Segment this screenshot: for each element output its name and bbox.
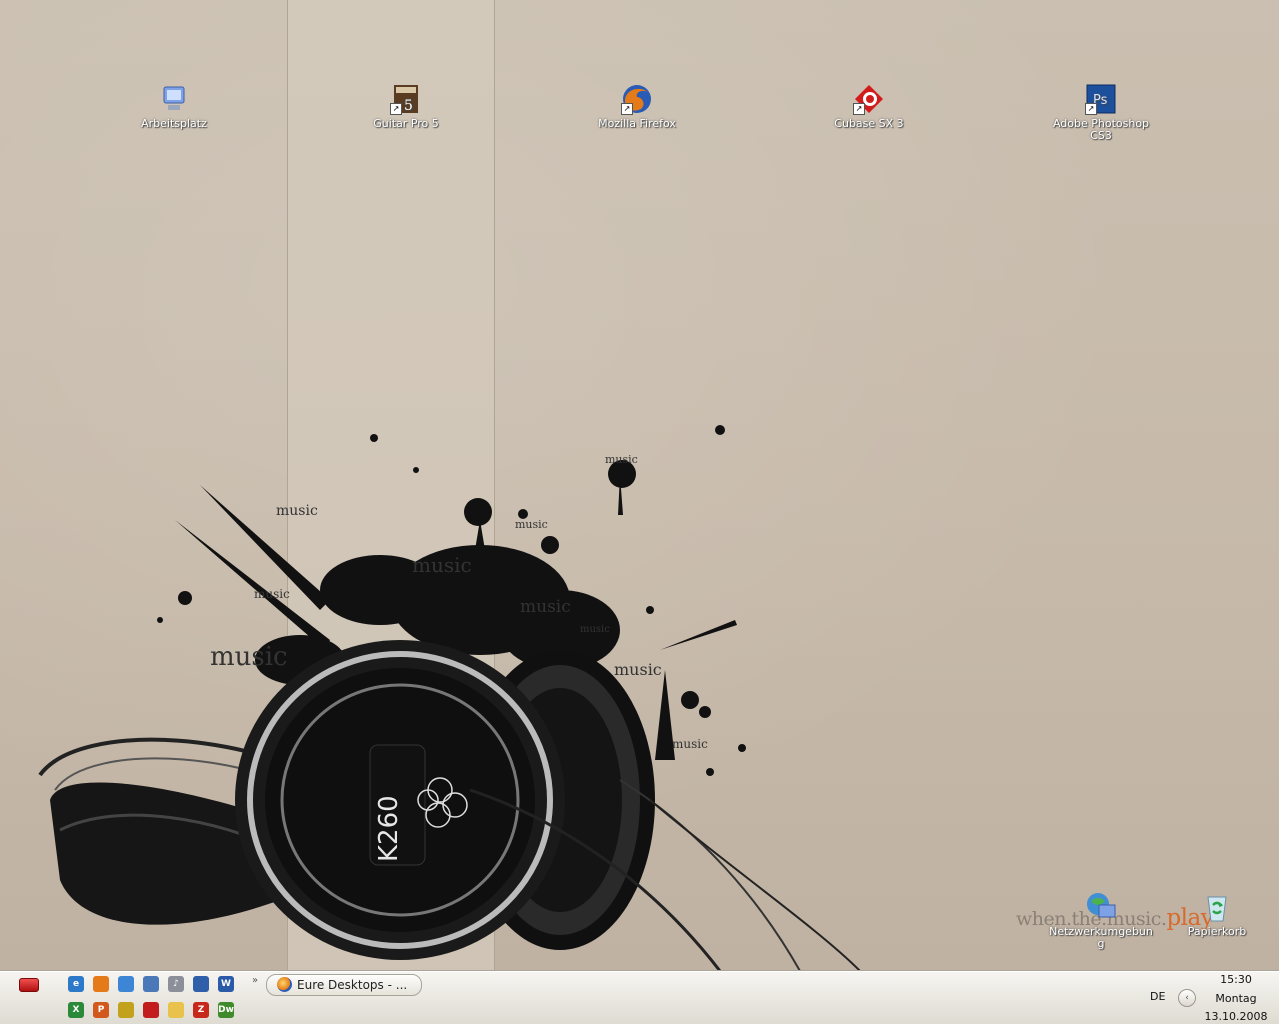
- desktop-icon-label: Netzwerkumgebung: [1049, 925, 1153, 950]
- music-note-icon[interactable]: ♪: [168, 976, 184, 992]
- folder-icon[interactable]: [168, 1002, 184, 1018]
- quick-launch-glyph: Dw: [218, 1005, 234, 1015]
- taskbar-button-firefox[interactable]: Eure Desktops - ...: [266, 974, 422, 996]
- desktop-icon-label: Arbeitsplatz: [141, 117, 207, 130]
- svg-text:music: music: [515, 518, 548, 531]
- shortcut-arrow-icon: ↗: [621, 103, 633, 115]
- recycle-bin-icon: [1201, 891, 1233, 923]
- guitar-pro-icon: 5 ↗: [390, 83, 422, 115]
- filezilla-icon[interactable]: Z: [193, 1002, 209, 1018]
- svg-text:K260: K260: [374, 795, 404, 862]
- thunderbird-icon[interactable]: [143, 976, 159, 992]
- quick-launch-glyph: [143, 976, 159, 992]
- tray-expand-icon[interactable]: ‹: [1178, 989, 1196, 1007]
- shortcut-arrow-icon: ↗: [1085, 103, 1097, 115]
- quick-launch-glyph: [193, 976, 209, 992]
- svg-text:music: music: [520, 597, 571, 617]
- clock-date: 13.10.2008: [1204, 1010, 1268, 1023]
- quick-launch-glyph: W: [221, 979, 231, 989]
- desktop-icon-label: Adobe Photoshop CS3: [1052, 117, 1150, 142]
- quick-launch-glyph: e: [72, 979, 80, 989]
- svg-text:music: music: [605, 453, 638, 466]
- desktop-icon-label: Papierkorb: [1187, 925, 1247, 938]
- quick-launch-chevron-icon[interactable]: »: [252, 975, 258, 986]
- svg-text:music: music: [412, 553, 472, 577]
- shortcut-arrow-icon: ↗: [853, 103, 865, 115]
- desktop-wallpaper: music music music music music music musi…: [0, 0, 1279, 971]
- quick-launch-glyph: X: [72, 1005, 80, 1015]
- dreamweaver-icon[interactable]: Dw: [218, 1002, 234, 1018]
- svg-text:music: music: [276, 503, 318, 519]
- desktop-icon-papierkorb[interactable]: Papierkorb: [1162, 891, 1272, 938]
- network-icon: [1085, 891, 1117, 923]
- excel-icon[interactable]: X: [68, 1002, 84, 1018]
- acrobat-icon[interactable]: [143, 1002, 159, 1018]
- quick-launch-glyph: Z: [197, 1005, 205, 1015]
- desktop-icon-photoshop[interactable]: Ps ↗ Adobe Photoshop CS3: [1046, 83, 1156, 142]
- firefox-icon: [277, 977, 292, 992]
- powerpoint-icon[interactable]: P: [93, 1002, 109, 1018]
- thermometer-icon[interactable]: [118, 976, 134, 992]
- word-icon[interactable]: W: [218, 976, 234, 992]
- firefox-icon[interactable]: [93, 976, 109, 992]
- language-indicator[interactable]: DE: [1150, 990, 1165, 1003]
- svg-text:music: music: [210, 642, 288, 672]
- desktop-icon-arbeitsplatz[interactable]: Arbeitsplatz: [119, 83, 229, 130]
- quick-launch-glyph: [118, 1002, 134, 1018]
- svg-text:5: 5: [404, 98, 413, 114]
- shortcut-arrow-icon: ↗: [390, 103, 402, 115]
- messenger-icon[interactable]: [193, 976, 209, 992]
- ie-icon[interactable]: e: [68, 976, 84, 992]
- desktop-icon-cubase[interactable]: ↗ Cubase SX 3: [814, 83, 924, 130]
- firefox-icon: ↗: [621, 83, 653, 115]
- quick-launch-glyph: ♪: [173, 979, 179, 989]
- svg-text:music: music: [614, 660, 662, 679]
- quick-launch-glyph: P: [97, 1005, 105, 1015]
- cubase-icon: ↗: [853, 83, 885, 115]
- headphones: K260: [38, 640, 861, 971]
- quick-launch-glyph: [143, 1002, 159, 1018]
- quick-launch-glyph: [168, 1002, 184, 1018]
- quick-launch-glyph: [118, 976, 134, 992]
- desktop-icon-firefox[interactable]: ↗ Mozilla Firefox: [582, 83, 692, 130]
- quick-launch-glyph: [93, 976, 109, 992]
- svg-text:music: music: [672, 737, 708, 751]
- network-tool-icon[interactable]: [118, 1002, 134, 1018]
- headphones-artwork: music music music music music music musi…: [38, 425, 861, 971]
- taskbar: e ♪ W X P Z Dw » Eure Desktops - ... DE ‹ 15:3…: [0, 971, 1279, 1024]
- desktop-icon-label: Mozilla Firefox: [598, 117, 676, 130]
- desktop-icon-label: Cubase SX 3: [834, 117, 904, 130]
- clock-time[interactable]: 15:30: [1201, 973, 1271, 986]
- clock-day: Montag: [1215, 992, 1257, 1005]
- taskbar-button-label: Eure Desktops - ...: [297, 978, 408, 992]
- desktop-icon-guitar-pro[interactable]: 5 ↗ Guitar Pro 5: [351, 83, 461, 130]
- svg-text:music: music: [580, 624, 610, 635]
- start-button[interactable]: [19, 978, 39, 992]
- svg-text:music: music: [254, 587, 290, 601]
- desktop-icon-label: Guitar Pro 5: [373, 117, 439, 130]
- photoshop-icon: Ps ↗: [1085, 83, 1117, 115]
- my-computer-icon: [158, 83, 190, 115]
- desktop-icon-netzwerkumgebung[interactable]: Netzwerkumgebung: [1046, 891, 1156, 950]
